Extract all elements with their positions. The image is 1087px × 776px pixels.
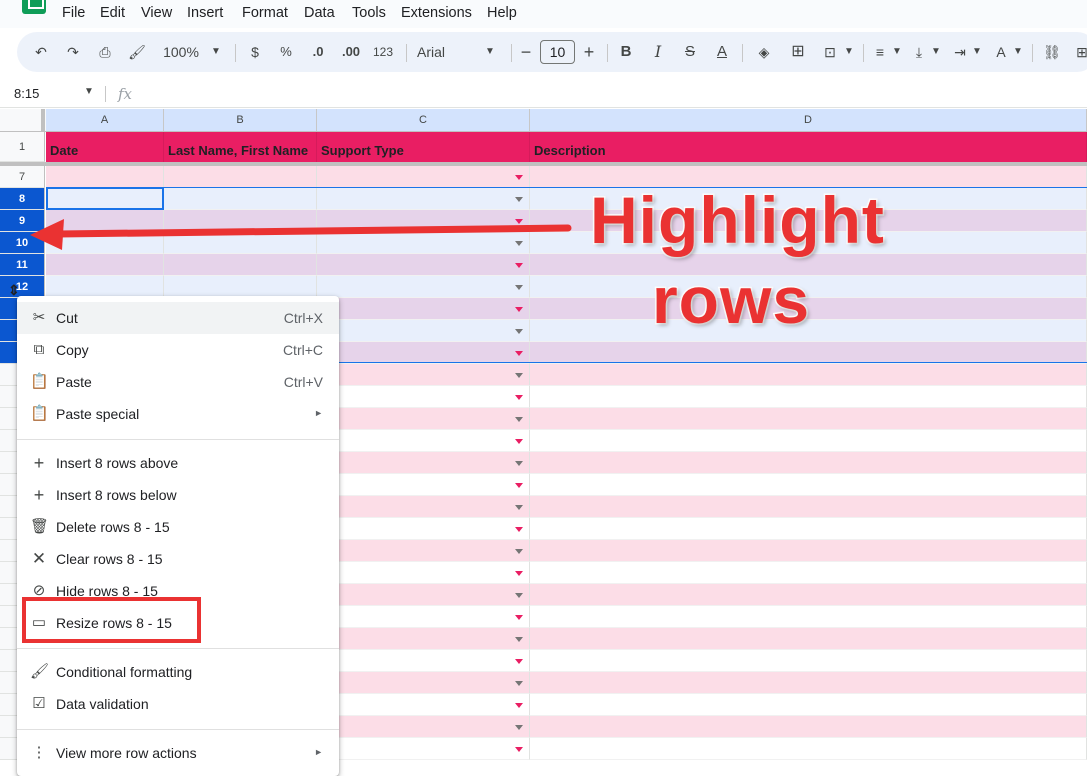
annotation-arrow-head [30, 219, 64, 250]
annotation-text-line1: Highlight [589, 182, 886, 259]
annotation-arrow-shaft [54, 224, 572, 238]
annotation-arrow [30, 219, 572, 250]
annotation-text-line2: rows [650, 262, 811, 339]
